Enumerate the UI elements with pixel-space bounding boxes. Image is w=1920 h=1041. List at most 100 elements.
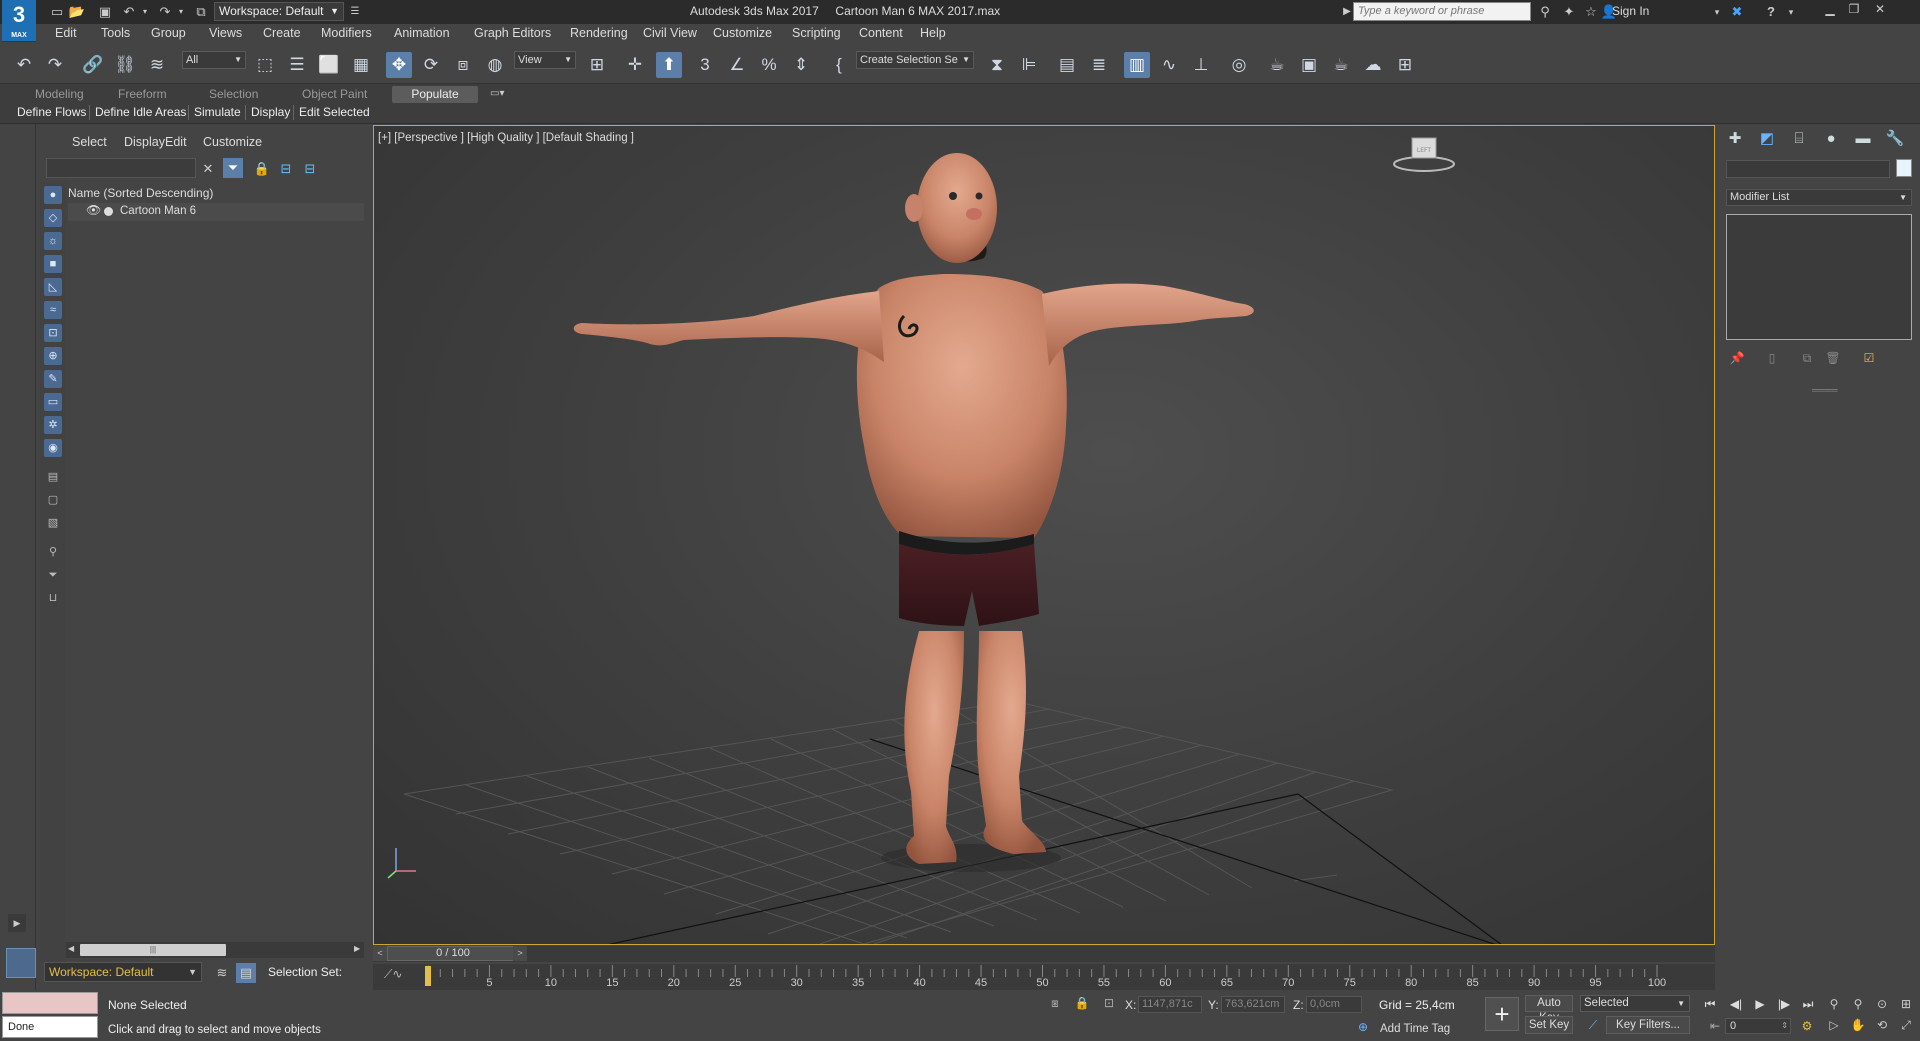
motion-tab-icon[interactable]: ●	[1820, 128, 1842, 150]
object-name[interactable]: Cartoon Man 6	[120, 205, 196, 217]
zoom-extents-icon[interactable]: ⊙	[1872, 994, 1892, 1014]
menu-scripting[interactable]: Scripting	[792, 26, 841, 40]
create-tab-icon[interactable]: ✚	[1724, 128, 1746, 150]
current-frame-field[interactable]: 0 ⇕	[1725, 1018, 1791, 1034]
display-tab-icon[interactable]: ▬	[1852, 128, 1874, 150]
app-logo-button[interactable]: 3 MAX	[2, 0, 36, 42]
schematic-view-icon[interactable]: ⊥	[1188, 52, 1214, 78]
menu-tools[interactable]: Tools	[101, 26, 130, 40]
ribbon-tab-freeform[interactable]: Freeform	[118, 87, 167, 101]
select-and-place-icon[interactable]: ◍	[482, 52, 508, 78]
ribbon-tab-populate[interactable]: Populate	[392, 86, 478, 103]
set-keys-icon[interactable]: +	[1485, 997, 1519, 1031]
communication-center-icon[interactable]: ✦	[1560, 3, 1578, 21]
display-cameras-icon[interactable]: ■	[44, 255, 62, 273]
zoom-extents-all-icon[interactable]: ⊞	[1896, 994, 1916, 1014]
layers-icon[interactable]: ≋	[212, 963, 232, 983]
ribbon-edit-selected[interactable]: Edit Selected	[299, 105, 370, 119]
maxscript-listener-input[interactable]	[2, 992, 98, 1014]
select-manipulate-icon[interactable]: ✛	[622, 52, 648, 78]
binoculars-icon[interactable]: ⚲	[1536, 3, 1554, 21]
next-frame-icon[interactable]: |▶	[1774, 994, 1794, 1014]
ribbon-tab-selection[interactable]: Selection	[209, 87, 258, 101]
display-groups-icon[interactable]: ⊡	[44, 324, 62, 342]
cartoon-man-model[interactable]	[573, 153, 1254, 864]
undo-dropdown-icon[interactable]: ▾	[136, 3, 154, 21]
configure-modifier-sets-icon[interactable]: ☑	[1860, 349, 1878, 367]
time-slider-next-icon[interactable]: >	[513, 946, 527, 961]
named-selection-dropdown[interactable]: Create Selection Se ▼	[856, 51, 974, 69]
explorer-search-input[interactable]	[46, 158, 196, 178]
ribbon-define-flows[interactable]: Define Flows	[17, 105, 86, 119]
time-slider-prev-icon[interactable]: <	[373, 946, 387, 961]
absolute-offset-mode-icon[interactable]: ⊡	[1100, 994, 1118, 1012]
sign-in-dropdown-icon[interactable]: ▾	[1708, 3, 1726, 21]
menu-rendering[interactable]: Rendering	[570, 26, 628, 40]
time-configuration-icon[interactable]: ⚙	[1798, 1017, 1816, 1035]
hierarchy-collapse-icon[interactable]: ⊟	[300, 159, 320, 179]
window-crossing-icon[interactable]: ▦	[348, 52, 374, 78]
percent-snap-icon[interactable]: %	[756, 52, 782, 78]
menu-modifiers[interactable]: Modifiers	[321, 26, 372, 40]
render-setup-icon[interactable]: ☕	[1264, 52, 1290, 78]
angle-snap-icon[interactable]: ∠	[724, 52, 750, 78]
menu-customize[interactable]: Customize	[713, 26, 772, 40]
a360-gallery-icon[interactable]: ⊞	[1392, 52, 1418, 78]
key-mode-toggle-icon[interactable]: ⇤	[1706, 1017, 1724, 1035]
object-color-swatch[interactable]	[1896, 159, 1912, 177]
key-mode-dropdown[interactable]: Selected ▼	[1580, 995, 1690, 1012]
display-none-icon[interactable]: ▢	[44, 491, 62, 509]
modifier-stack[interactable]	[1726, 214, 1912, 340]
explorer-tab-display[interactable]: Display	[124, 135, 165, 149]
select-children-icon[interactable]: ⊔	[44, 589, 62, 607]
explorer-column-header[interactable]: Name (Sorted Descending)	[68, 186, 213, 200]
add-time-tag-button[interactable]: Add Time Tag	[1380, 1023, 1450, 1035]
rectangular-selection-icon[interactable]: ⬜	[316, 52, 342, 78]
pin-stack-icon[interactable]: 📌	[1728, 349, 1746, 367]
scroll-left-icon[interactable]: ◀	[68, 944, 74, 953]
render-in-cloud-icon[interactable]: ☁	[1360, 52, 1386, 78]
selection-filter-dropdown[interactable]: All ▼	[182, 51, 246, 69]
material-editor-icon[interactable]: ◎	[1226, 52, 1252, 78]
ribbon-tab-modeling[interactable]: Modeling	[35, 87, 84, 101]
menu-help[interactable]: Help	[920, 26, 946, 40]
select-and-scale-icon[interactable]: ⧈	[450, 52, 476, 78]
viewport-layout-thumbnail[interactable]	[6, 948, 36, 978]
edit-named-selection-icon[interactable]: {	[826, 52, 852, 78]
explorer-tab-edit[interactable]: Edit	[165, 135, 187, 149]
time-slider-thumb[interactable]: 0 / 100	[387, 946, 519, 961]
explorer-tab-select[interactable]: Select	[72, 135, 107, 149]
spinner-snap-icon[interactable]: ⇕	[788, 52, 814, 78]
pan-view-icon[interactable]: ✋	[1848, 1015, 1868, 1035]
ribbon-simulate[interactable]: Simulate	[194, 105, 241, 119]
menu-create[interactable]: Create	[263, 26, 301, 40]
zoom-all-icon[interactable]: ⚲	[1848, 994, 1868, 1014]
select-object-icon[interactable]: ⬚	[252, 52, 278, 78]
help-dropdown-icon[interactable]: ▾	[1782, 3, 1800, 21]
sign-in-button[interactable]: Sign In	[1612, 4, 1649, 18]
hierarchy-expand-icon[interactable]: ⊟	[276, 159, 296, 179]
display-lights-icon[interactable]: ☼	[44, 232, 62, 250]
undo-icon[interactable]: ↶	[11, 52, 37, 78]
maxscript-listener-output[interactable]: Done	[2, 1016, 98, 1038]
selection-lock-icon[interactable]: 🔒	[1073, 994, 1091, 1012]
display-shapes-icon[interactable]: ◇	[44, 209, 62, 227]
explorer-workspace-dropdown[interactable]: Workspace: Default ▼	[44, 962, 202, 982]
ribbon-display[interactable]: Display	[251, 105, 290, 119]
select-and-rotate-icon[interactable]: ⟳	[418, 52, 444, 78]
orbit-icon[interactable]: ⟲	[1872, 1015, 1892, 1035]
curve-editor-icon[interactable]: ∿	[1156, 52, 1182, 78]
ribbon-define-idle-areas[interactable]: Define Idle Areas	[95, 105, 186, 119]
go-to-end-icon[interactable]: ⏭	[1798, 994, 1818, 1014]
reference-coordinate-dropdown[interactable]: View ▼	[514, 51, 576, 69]
filter-icon[interactable]: ⏷	[223, 158, 243, 178]
current-frame-marker[interactable]	[425, 966, 431, 986]
maximize-viewport-icon[interactable]: ⤢	[1896, 1015, 1916, 1035]
toggle-layer-explorer-icon[interactable]: ≣	[1086, 52, 1112, 78]
key-filters-button[interactable]: Key Filters...	[1606, 1016, 1690, 1034]
restore-icon[interactable]: ❐	[1842, 0, 1866, 18]
ribbon-tab-object-paint[interactable]: Object Paint	[302, 87, 367, 101]
align-icon[interactable]: ⊫	[1016, 52, 1042, 78]
scrollbar-thumb[interactable]: |||	[80, 944, 226, 956]
default-in-out-tangents-icon[interactable]: ⟋	[1584, 1016, 1602, 1034]
